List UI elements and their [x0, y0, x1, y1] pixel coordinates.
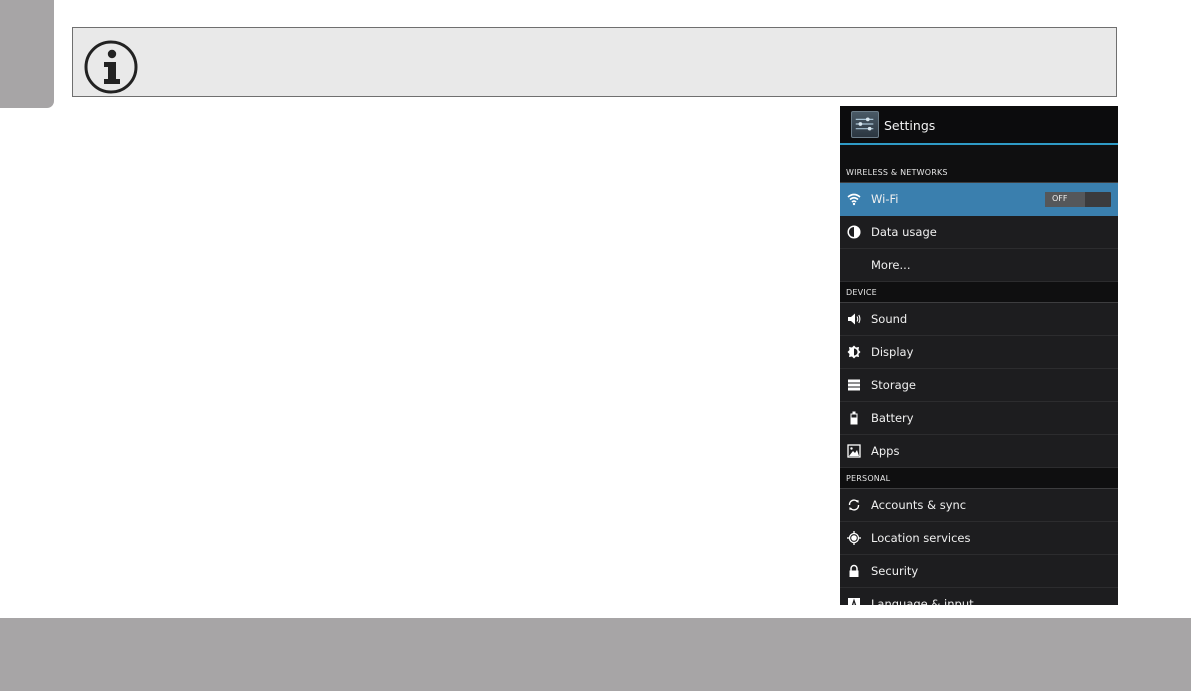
settings-sliders-icon[interactable]: [851, 111, 879, 138]
settings-item-label: Location services: [871, 531, 971, 545]
settings-screenshot: Settings WIRELESS & NETWORKS Wi-Fi OFF D…: [840, 106, 1118, 605]
apps-icon: [847, 444, 861, 458]
settings-item-label: Apps: [871, 444, 900, 458]
settings-item-label: Data usage: [871, 225, 937, 239]
brightness-icon: [847, 345, 861, 359]
settings-item-storage[interactable]: Storage: [840, 369, 1118, 402]
settings-item-label: Security: [871, 564, 919, 578]
battery-icon: [850, 411, 858, 425]
settings-item-label: Wi-Fi: [871, 192, 899, 206]
settings-item-label: Sound: [871, 312, 908, 326]
storage-icon: [848, 379, 860, 391]
settings-title: Settings: [884, 118, 936, 133]
side-tab: [0, 0, 54, 108]
settings-item-label: More...: [871, 258, 911, 272]
settings-item-label: Storage: [871, 378, 916, 392]
lock-icon: [849, 564, 859, 577]
speaker-icon: [848, 313, 861, 325]
settings-item-label: Battery: [871, 411, 914, 425]
note-box: [72, 27, 1117, 97]
settings-item-label: Display: [871, 345, 914, 359]
footer-bar: [0, 618, 1191, 691]
sync-icon: [848, 499, 860, 511]
settings-item-battery[interactable]: Battery: [840, 402, 1118, 435]
keyboard-icon: [848, 598, 860, 605]
settings-item-apps[interactable]: Apps: [840, 435, 1118, 468]
settings-item-language[interactable]: Language & input: [840, 588, 1118, 605]
settings-list: WIRELESS & NETWORKS Wi-Fi OFF Data usage: [840, 145, 1118, 605]
settings-item-label: Accounts & sync: [871, 498, 967, 512]
settings-item-label: Language & input: [871, 597, 974, 605]
info-icon: [84, 40, 138, 94]
wifi-toggle[interactable]: OFF: [1045, 192, 1111, 207]
settings-item-more[interactable]: More...: [840, 249, 1118, 282]
settings-item-data-usage[interactable]: Data usage: [840, 216, 1118, 249]
data-usage-icon: [847, 225, 861, 239]
settings-item-security[interactable]: Security: [840, 555, 1118, 588]
settings-item-wifi[interactable]: Wi-Fi OFF: [840, 183, 1118, 216]
settings-item-display[interactable]: Display: [840, 336, 1118, 369]
section-header-device: DEVICE: [840, 282, 1118, 303]
location-icon: [847, 531, 861, 545]
settings-item-sound[interactable]: Sound: [840, 303, 1118, 336]
toggle-state: OFF: [1052, 194, 1068, 203]
section-header-wireless: WIRELESS & NETWORKS: [840, 145, 1118, 183]
settings-item-accounts-sync[interactable]: Accounts & sync: [840, 489, 1118, 522]
section-header-personal: PERSONAL: [840, 468, 1118, 489]
settings-item-location[interactable]: Location services: [840, 522, 1118, 555]
action-bar: Settings: [840, 106, 1118, 143]
wifi-icon: [847, 193, 861, 206]
